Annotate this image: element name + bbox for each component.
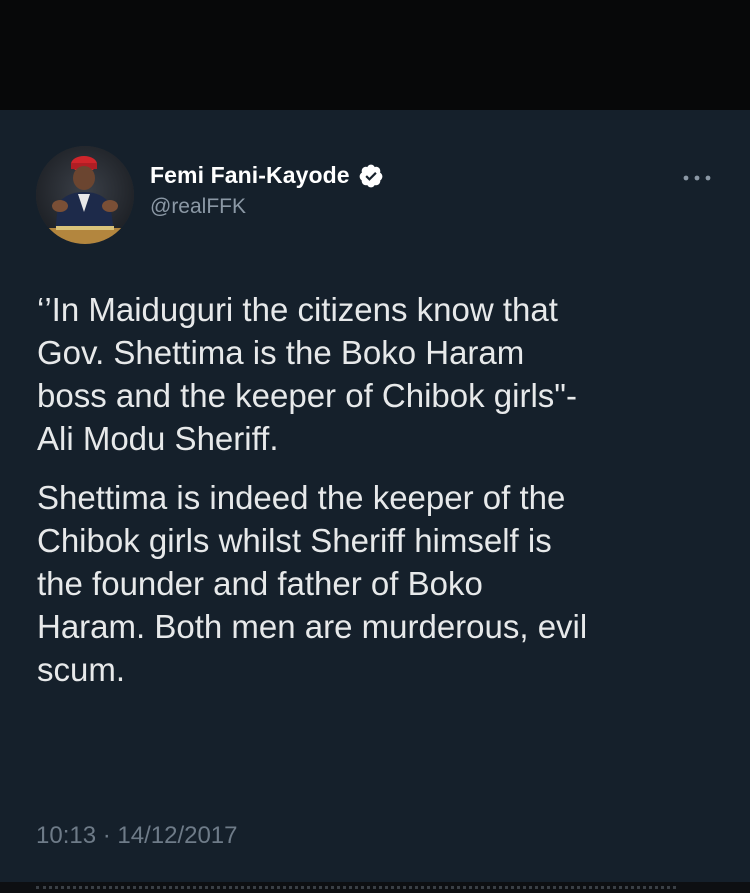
author-name[interactable]: Femi Fani-Kayode	[150, 162, 350, 189]
author-block: Femi Fani-Kayode @realFFK	[150, 162, 384, 219]
tweet-text: ‘’In Maiduguri the citizens know that Go…	[37, 288, 727, 691]
tweet-card: Femi Fani-Kayode @realFFK ‘’In Maiduguri…	[0, 110, 750, 882]
avatar[interactable]	[36, 146, 134, 244]
top-dark-bar	[0, 0, 750, 110]
verified-badge-icon	[359, 164, 383, 187]
more-options-icon[interactable]	[680, 170, 714, 186]
avatar-image	[36, 146, 134, 244]
author-handle[interactable]: @realFFK	[150, 195, 384, 219]
author-name-row: Femi Fani-Kayode	[150, 162, 384, 189]
next-content-strip	[0, 882, 750, 893]
tweet-paragraph-2: Shettima is indeed the keeper of the Chi…	[37, 479, 588, 688]
tweet-paragraph-1: ‘’In Maiduguri the citizens know that Go…	[37, 291, 578, 457]
tweet-timestamp[interactable]: 10:13 · 14/12/2017	[36, 822, 238, 850]
